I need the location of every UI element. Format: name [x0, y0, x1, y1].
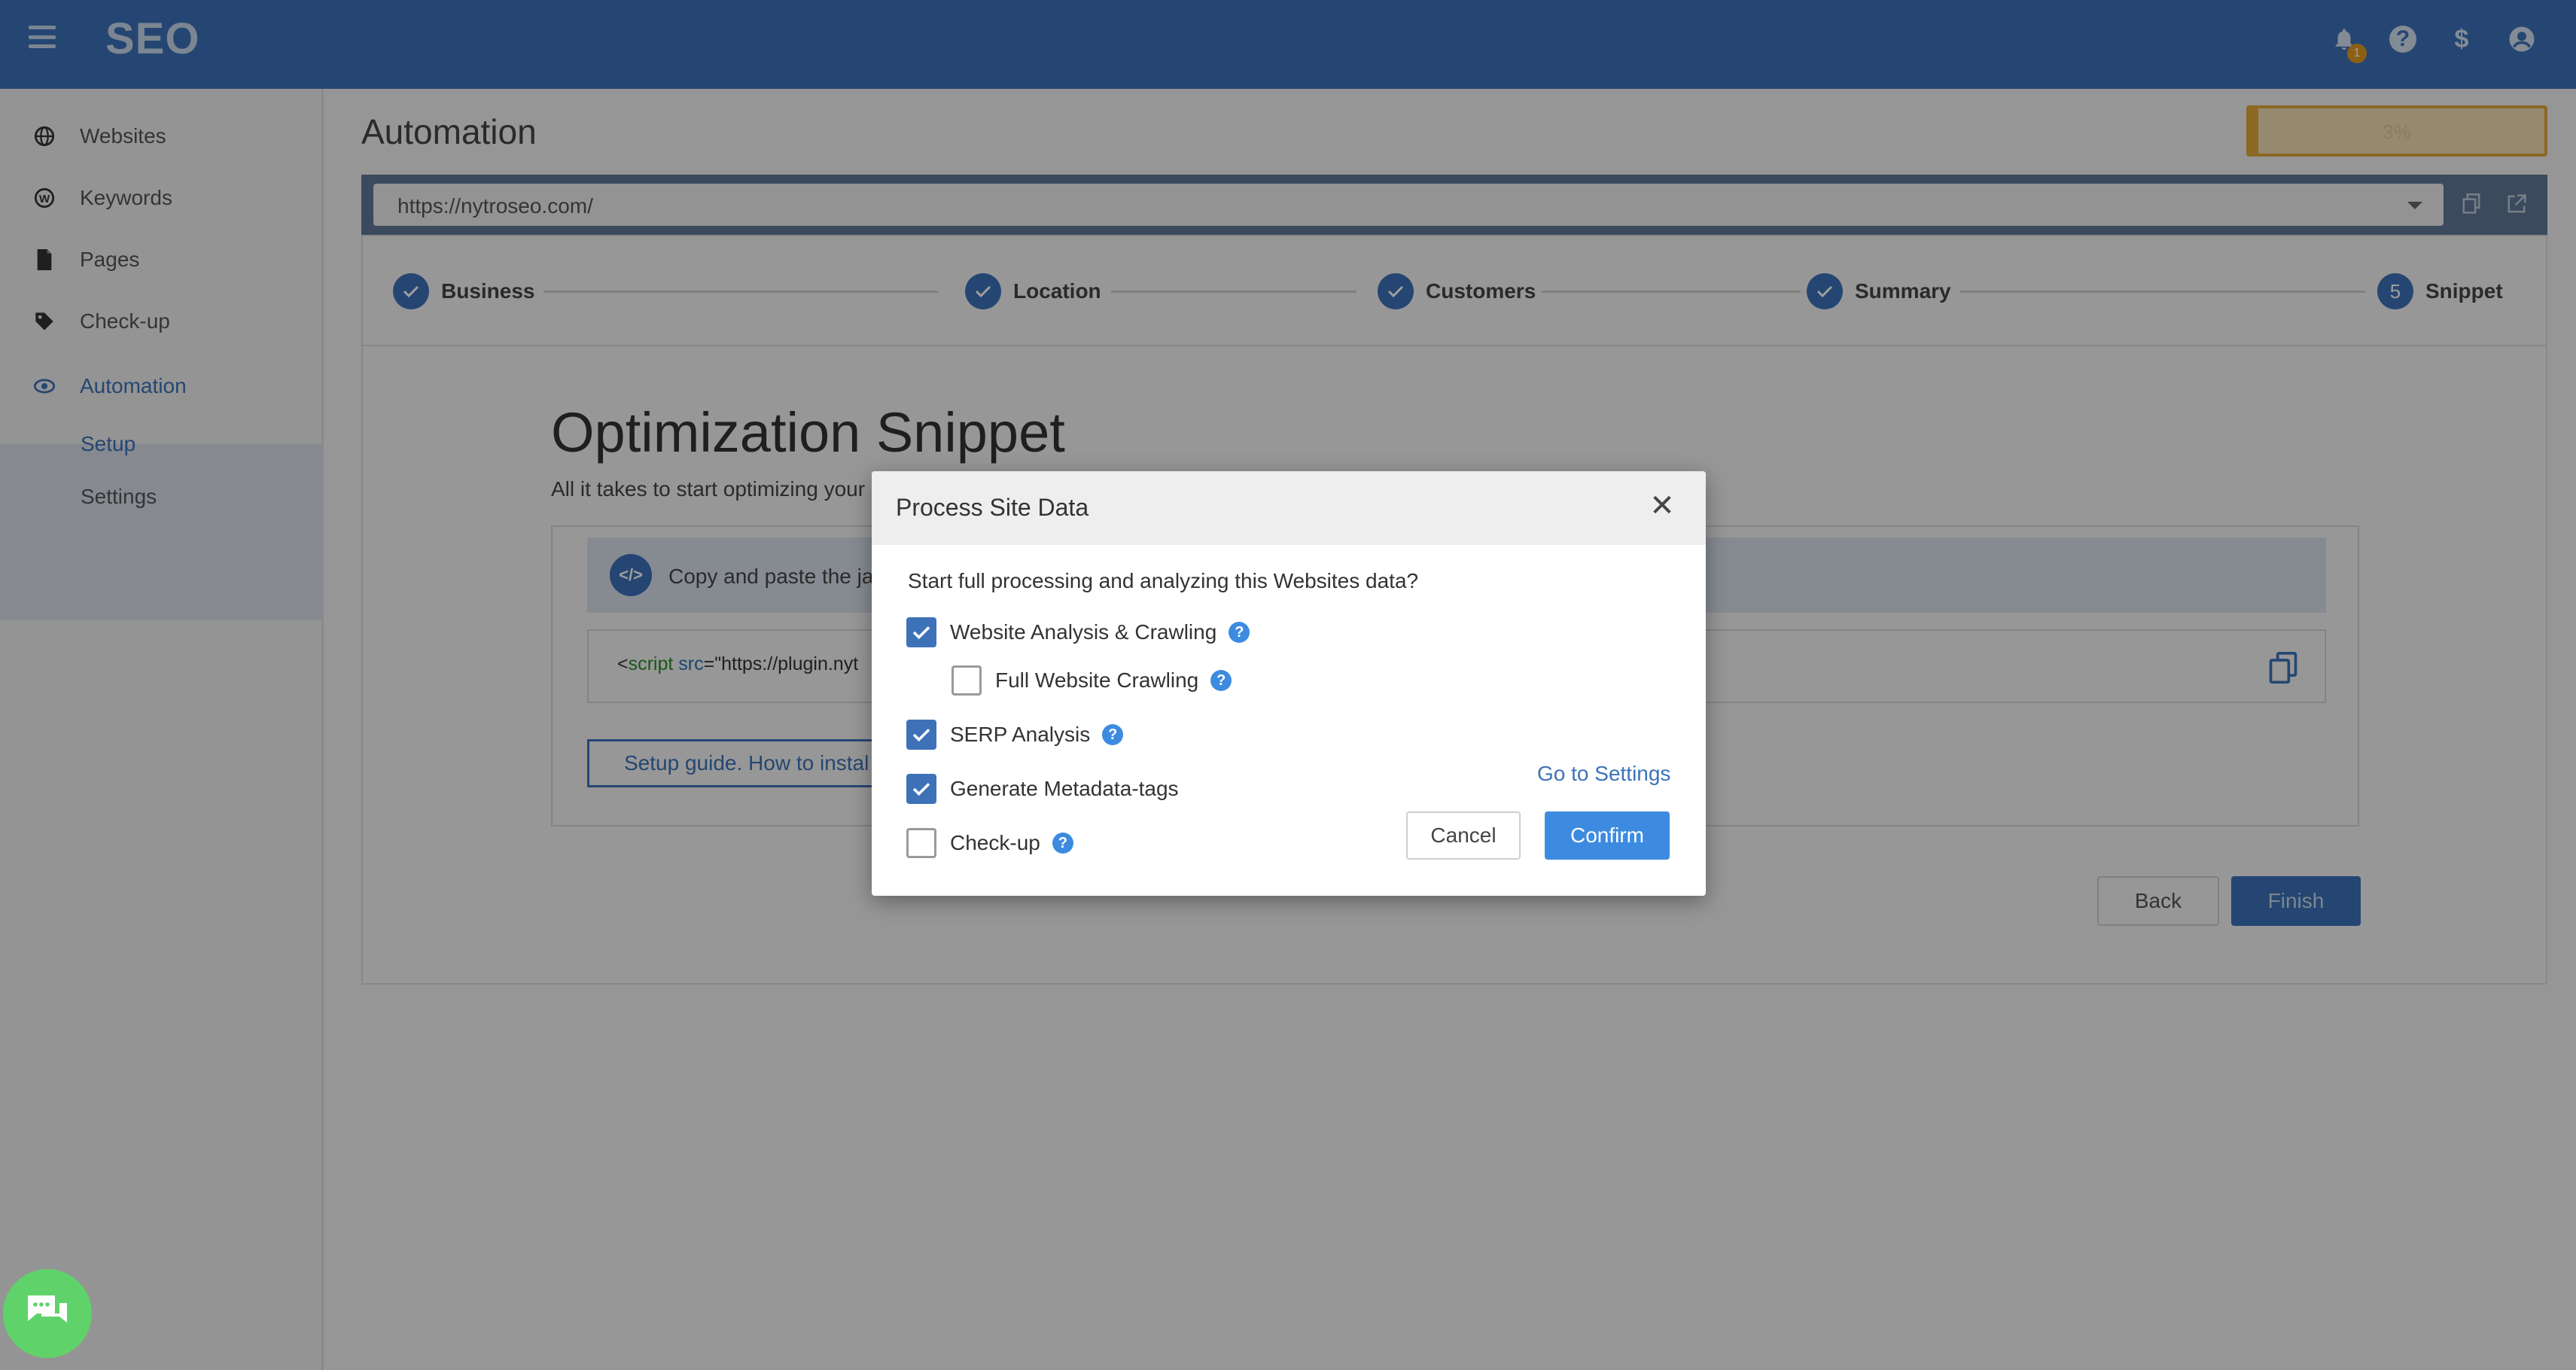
help-icon[interactable]: ? [1102, 724, 1124, 745]
confirm-button[interactable]: Confirm [1545, 811, 1670, 860]
option-label: Full Website Crawling [995, 668, 1199, 692]
dialog-title: Process Site Data [896, 494, 1089, 521]
go-to-settings-link[interactable]: Go to Settings [1537, 762, 1670, 786]
checkbox-serp-analysis[interactable] [906, 720, 936, 750]
dialog-question: Start full processing and analyzing this… [908, 569, 1419, 592]
option-full-crawling[interactable]: Full Website Crawling ? [952, 664, 1232, 697]
option-label: SERP Analysis [950, 723, 1091, 746]
option-check-up[interactable]: Check-up ? [906, 827, 1073, 860]
option-serp-analysis[interactable]: SERP Analysis ? [906, 718, 1124, 751]
option-label: Check-up [950, 831, 1040, 854]
checkbox-full-crawling[interactable] [952, 665, 982, 696]
close-icon[interactable]: ✕ [1649, 489, 1676, 522]
option-label: Generate Metadata-tags [950, 777, 1179, 800]
option-metadata-tags[interactable]: Generate Metadata-tags [906, 772, 1179, 805]
option-website-analysis[interactable]: Website Analysis & Crawling ? [906, 616, 1250, 649]
process-site-data-dialog: Process Site Data ✕ Start full processin… [872, 471, 1706, 896]
help-icon[interactable]: ? [1229, 622, 1250, 643]
checkbox-check-up[interactable] [906, 828, 936, 858]
option-label: Website Analysis & Crawling [950, 620, 1217, 644]
chat-icon [23, 1291, 72, 1337]
checkbox-metadata-tags[interactable] [906, 774, 936, 804]
checkbox-website-analysis[interactable] [906, 617, 936, 647]
chat-button[interactable] [3, 1269, 92, 1358]
dialog-header: Process Site Data ✕ [872, 471, 1706, 545]
cancel-button[interactable]: Cancel [1406, 811, 1521, 860]
help-icon[interactable]: ? [1052, 833, 1073, 854]
help-icon[interactable]: ? [1210, 670, 1232, 691]
